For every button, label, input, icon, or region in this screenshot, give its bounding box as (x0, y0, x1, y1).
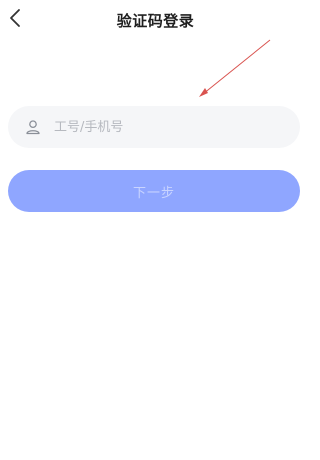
page-title: 验证码登录 (116, 12, 195, 30)
account-input-container[interactable] (8, 106, 300, 148)
account-input[interactable] (54, 119, 274, 135)
header-bar: 验证码登录 (0, 0, 311, 42)
next-button-label: 下一步 (132, 185, 175, 201)
annotation-arrow (199, 39, 271, 97)
user-icon (24, 118, 42, 136)
next-button[interactable]: 下一步 (8, 170, 300, 212)
